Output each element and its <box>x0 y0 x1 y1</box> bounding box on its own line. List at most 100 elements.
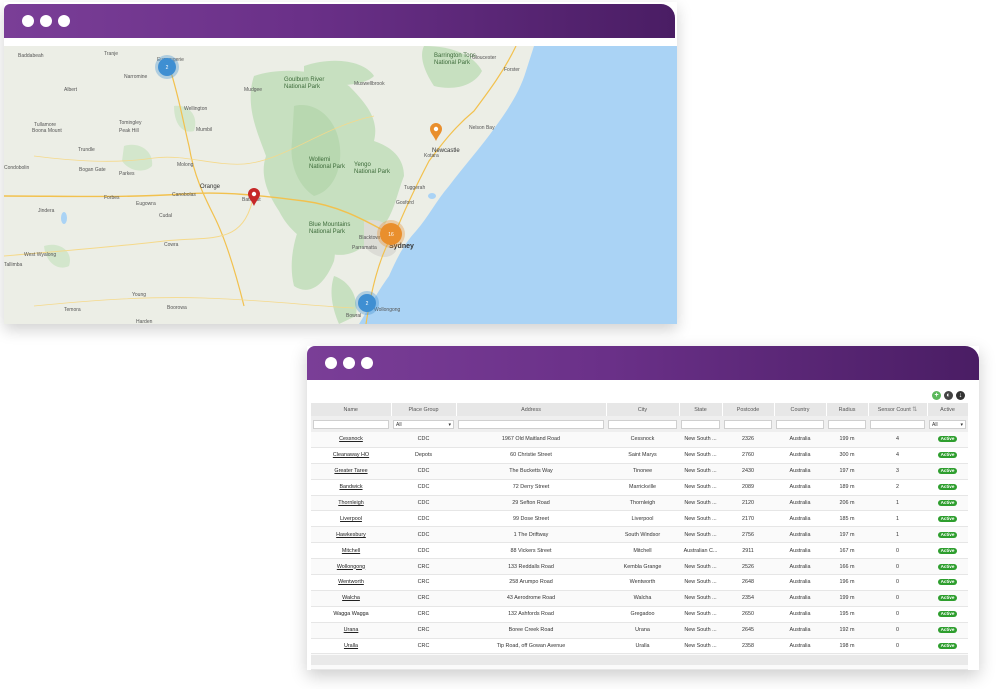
window-dot-maximize[interactable] <box>361 357 373 369</box>
filter-country-input[interactable] <box>776 419 824 429</box>
cell-city: Uralla <box>606 638 679 655</box>
col-header-country[interactable]: Country <box>774 403 827 416</box>
cell-address: 29 Sefton Road <box>456 495 606 512</box>
cell-group: CRC <box>391 638 456 655</box>
table-row[interactable]: Uralla CRC Tip Road, off Gowan Avenue Urall… <box>311 638 968 655</box>
table-row[interactable]: Wentworth CRC 258 Arumpo Road Wentworth New … <box>311 574 968 591</box>
table-row[interactable]: Wagga Wagga CRC 132 Ashfords Road Gregadoo N… <box>311 606 968 623</box>
cell-name[interactable]: Thornleigh <box>311 495 391 512</box>
map-label: Gloucester <box>472 55 497 61</box>
cell-city: Thornleigh <box>606 495 679 512</box>
status-badge: Active <box>937 515 958 522</box>
table-row[interactable]: Bandwick CDC 72 Derry Street Marrickville Ne… <box>311 479 968 496</box>
table-row[interactable]: Cleanaway HO Depots 60 Christie Street Sain… <box>311 447 968 464</box>
status-badge: Active <box>937 500 958 506</box>
map-label: Blue Mountains National Park <box>309 222 350 235</box>
col-header-sensor-count[interactable]: Sensor Count ⇅ <box>868 403 928 416</box>
cell-radius: 189 m <box>826 479 868 496</box>
map-cluster-marker[interactable]: 2 <box>355 291 379 315</box>
table-row[interactable]: Walcha CRC 43 Aerodrome Road Walcha New Sout… <box>311 590 968 607</box>
cell-radius: 166 m <box>826 558 868 576</box>
cell-postcode: 2430 <box>722 463 774 480</box>
col-header-place-group[interactable]: Place Group <box>391 403 457 416</box>
download-icon[interactable]: ↓ <box>956 391 965 400</box>
col-header-state[interactable]: State <box>679 403 723 416</box>
col-header-active[interactable]: Active <box>927 403 969 416</box>
status-badge: Active <box>937 579 958 586</box>
table-row[interactable]: Mitchell CDC 88 Vickers Street Mitchell Aust… <box>311 542 968 560</box>
cell-sensors: 1 <box>868 510 927 528</box>
cell-name[interactable]: Walcha <box>311 590 391 607</box>
filter-active-select[interactable]: All ▾ <box>929 419 966 429</box>
table-row[interactable]: Thornleigh CDC 29 Sefton Road Thornleigh New… <box>311 495 968 512</box>
window-dot-maximize[interactable] <box>58 15 70 27</box>
table-row[interactable]: Hawkesbury CDC 1 The Driftway South Windsor… <box>311 526 968 544</box>
window-dot-close[interactable] <box>22 15 34 27</box>
filter-name-input[interactable] <box>313 419 389 429</box>
cell-active: Active <box>927 558 968 576</box>
filter-state-input[interactable] <box>681 419 720 429</box>
status-badge: Active <box>937 563 958 570</box>
table-window-titlebar <box>307 346 979 380</box>
map-label: Parramatta <box>352 245 377 251</box>
filter-place-group-value: All <box>396 421 402 428</box>
filter-address-input[interactable] <box>458 419 604 429</box>
table-row[interactable]: Urana CRC Boree Creek Road Urana New South .… <box>311 622 968 639</box>
map-view[interactable]: BaddabeahTranjeEumungerieNarromineAlbert… <box>4 46 677 324</box>
window-dot-minimize[interactable] <box>40 15 52 27</box>
map-cluster-marker[interactable]: 16 <box>377 220 405 248</box>
map-canvas[interactable]: BaddabeahTranjeEumungerieNarromineAlbert… <box>4 46 677 324</box>
cell-group: CDC <box>391 510 456 528</box>
map-label: Baddabeah <box>18 53 44 59</box>
col-header-name[interactable]: Name <box>311 403 392 416</box>
cell-group: CRC <box>391 606 456 623</box>
filter-sensor-count-input[interactable] <box>870 419 925 429</box>
table-row[interactable]: Liverpool CDC 99 Dose Street Liverpool New S… <box>311 510 968 528</box>
places-table-panel: + ◐ ↓ Name Place Group Address City Stat… <box>307 386 979 671</box>
filter-radius-input[interactable] <box>828 419 866 429</box>
map-label: Tallimba <box>4 262 23 268</box>
window-dot-minimize[interactable] <box>343 357 355 369</box>
col-header-address[interactable]: Address <box>456 403 607 416</box>
col-header-postcode[interactable]: Postcode <box>722 403 775 416</box>
map-label: Mudgee <box>244 87 262 93</box>
cell-name[interactable]: Mitchell <box>311 542 391 560</box>
table-row[interactable]: Wollongong CRC 133 Reddalls Road Kembla Gra… <box>311 558 968 576</box>
cell-name[interactable]: Wagga Wagga <box>311 606 391 623</box>
cell-name[interactable]: Liverpool <box>311 510 391 528</box>
columns-icon[interactable]: ◐ <box>944 391 953 400</box>
cell-name[interactable]: Cessnock <box>311 432 391 448</box>
cell-name[interactable]: Urana <box>311 622 391 639</box>
cell-address: 60 Christie Street <box>456 447 606 464</box>
cell-name[interactable]: Greater Taree <box>311 463 391 480</box>
map-label: Muswellbrook <box>354 81 385 87</box>
map-label: Gosford <box>396 200 414 206</box>
filter-postcode-input[interactable] <box>724 419 772 429</box>
window-dot-close[interactable] <box>325 357 337 369</box>
cell-name[interactable]: Cleanaway HO <box>311 447 391 464</box>
filter-place-group-select[interactable]: All ▾ <box>393 419 454 429</box>
filter-city-input[interactable] <box>608 419 677 429</box>
cell-name[interactable]: Wollongong <box>311 558 391 576</box>
cell-name[interactable]: Hawkesbury <box>311 526 391 544</box>
cell-name[interactable]: Wentworth <box>311 574 391 591</box>
map-label: Canobolas <box>172 192 196 198</box>
cell-group: CRC <box>391 558 456 576</box>
col-header-radius[interactable]: Radius <box>826 403 869 416</box>
cell-postcode: 2756 <box>722 526 774 544</box>
cell-group: CRC <box>391 590 456 607</box>
cell-address: 1 The Driftway <box>456 526 606 544</box>
cluster-count: 16 <box>388 232 394 238</box>
cell-city: Cessnock <box>606 432 679 448</box>
table-row[interactable]: Greater Taree CDC The Bucketts Way Tinonee N… <box>311 463 968 480</box>
table-row[interactable]: Cessnock CDC 1967 Old Maitland Road Cessnoc… <box>311 432 968 448</box>
cell-name[interactable]: Bandwick <box>311 479 391 496</box>
map-cluster-marker[interactable]: 2 <box>155 55 179 79</box>
sort-icon[interactable]: ⇅ <box>912 407 917 413</box>
add-place-icon[interactable]: + <box>932 391 941 400</box>
cell-name[interactable]: Uralla <box>311 638 391 655</box>
cell-sensors: 0 <box>868 622 927 639</box>
cell-active: Active <box>927 590 968 607</box>
col-header-city[interactable]: City <box>606 403 680 416</box>
cell-active: Active <box>927 447 968 464</box>
